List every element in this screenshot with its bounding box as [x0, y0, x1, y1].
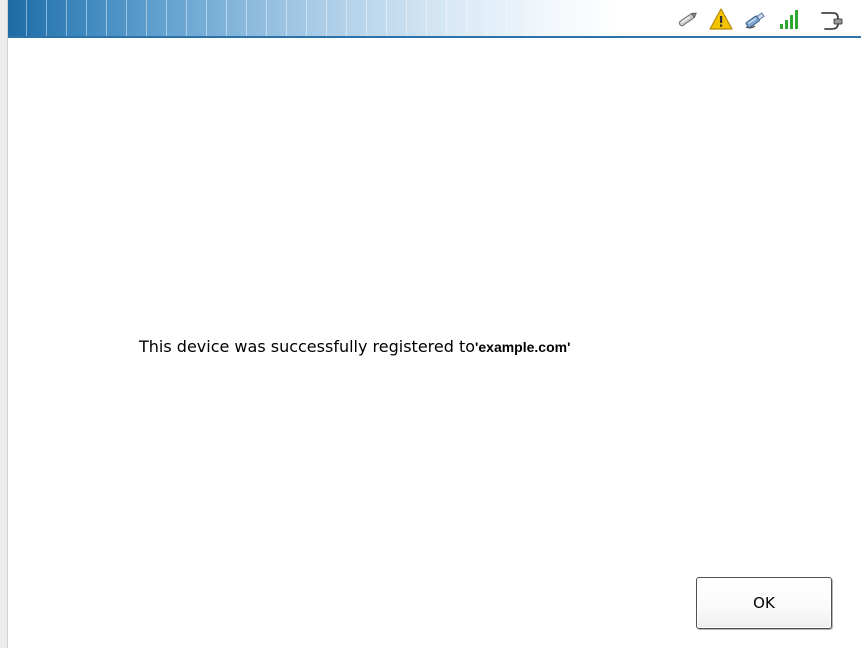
signal-strength-icon[interactable]: [777, 7, 801, 31]
power-plug-icon[interactable]: [819, 7, 843, 31]
left-window-border: [0, 0, 8, 648]
ok-button[interactable]: OK: [696, 577, 832, 629]
status-tray: [675, 6, 843, 32]
message-text: This device was successfully registered …: [139, 337, 476, 356]
network-icon[interactable]: [743, 7, 767, 31]
pen-icon[interactable]: [675, 7, 699, 31]
title-bar: [8, 0, 861, 38]
screen: This device was successfully registered …: [0, 0, 861, 648]
registered-domain: 'example.com': [475, 339, 571, 355]
warning-icon[interactable]: [709, 7, 733, 31]
registration-message: This device was successfully registered …: [139, 337, 570, 356]
